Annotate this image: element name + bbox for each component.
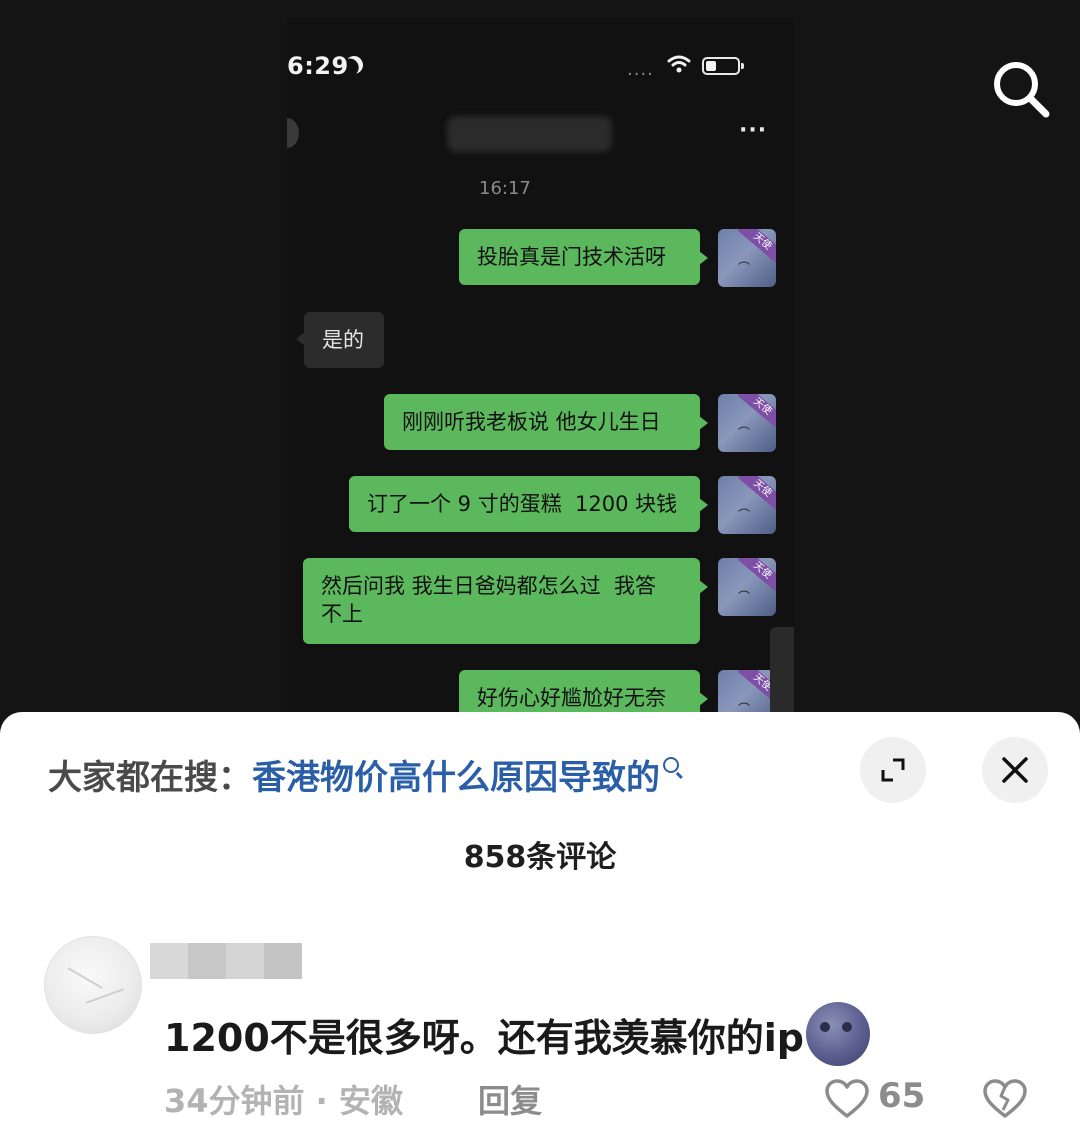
chat-time: 16:17 bbox=[479, 178, 531, 199]
search-icon bbox=[663, 757, 679, 773]
close-icon bbox=[1002, 757, 1028, 783]
sender-avatar: 天使 ⌒ bbox=[718, 558, 776, 616]
more-icon: ··· bbox=[739, 118, 768, 143]
video-area[interactable]: 6:29 ···· ··· 16:17 投胎真是门技术活呀 天使 ⌒ 是的 刚刚听… bbox=[0, 0, 1080, 740]
scroll-handle bbox=[770, 627, 794, 717]
wifi-icon bbox=[667, 55, 691, 73]
app-root: 6:29 ···· ··· 16:17 投胎真是门技术活呀 天使 ⌒ 是的 刚刚听… bbox=[0, 0, 1080, 1141]
blurred-username[interactable] bbox=[150, 943, 302, 979]
message-bubble: 刚刚听我老板说 他女儿生日 bbox=[384, 394, 708, 450]
comment-text: 1200不是很多呀。还有我羡慕你的ip bbox=[164, 1002, 870, 1066]
status-time: 6:29 bbox=[287, 52, 349, 80]
battery-tip bbox=[741, 63, 744, 69]
hot-search-query[interactable]: 香港物价高什么原因导致的 bbox=[252, 758, 660, 798]
sender-avatar: 天使 ⌒ bbox=[718, 476, 776, 534]
message-bubble: 然后问我 我生日爸妈都怎么过 我答 不上 bbox=[303, 558, 708, 644]
comments-sheet: 大家都在搜：香港物价高什么原因导致的 858条评论 1200不是很多呀。还有我羡… bbox=[0, 712, 1080, 1141]
hot-search-bar[interactable]: 大家都在搜：香港物价高什么原因导致的 bbox=[48, 750, 679, 799]
expand-button[interactable] bbox=[860, 737, 926, 803]
expand-icon bbox=[881, 758, 905, 782]
sender-avatar: 天使 ⌒ bbox=[718, 394, 776, 452]
back-icon bbox=[287, 118, 299, 148]
signal-icon: ···· bbox=[627, 64, 654, 85]
broken-heart-icon[interactable] bbox=[982, 1078, 1028, 1120]
message-bubble: 订了一个 9 寸的蛋糕 1200 块钱 bbox=[349, 476, 708, 532]
message-bubble: 是的 bbox=[296, 312, 384, 368]
search-icon[interactable] bbox=[990, 58, 1052, 120]
battery-icon bbox=[702, 57, 740, 75]
chat-screenshot: 6:29 ···· ··· 16:17 投胎真是门技术活呀 天使 ⌒ 是的 刚刚听… bbox=[287, 18, 795, 740]
avatar[interactable] bbox=[44, 936, 142, 1034]
blurred-contact-name bbox=[447, 116, 612, 152]
like-count: 65 bbox=[878, 1076, 926, 1116]
sender-avatar: 天使 ⌒ bbox=[718, 229, 776, 287]
close-button[interactable] bbox=[982, 737, 1048, 803]
comment-count: 858条评论 bbox=[463, 840, 617, 875]
comment-meta: 34分钟前 · 安徽 bbox=[164, 1082, 403, 1120]
reply-button[interactable]: 回复 bbox=[478, 1076, 542, 1122]
message-bubble: 投胎真是门技术活呀 bbox=[459, 229, 708, 285]
hot-search-prefix: 大家都在搜： bbox=[48, 758, 252, 798]
comment-body: 1200不是很多呀。还有我羡慕你的ip bbox=[164, 1015, 804, 1060]
heart-icon[interactable] bbox=[824, 1078, 870, 1120]
new-moon-face-emoji-icon bbox=[806, 1002, 870, 1066]
